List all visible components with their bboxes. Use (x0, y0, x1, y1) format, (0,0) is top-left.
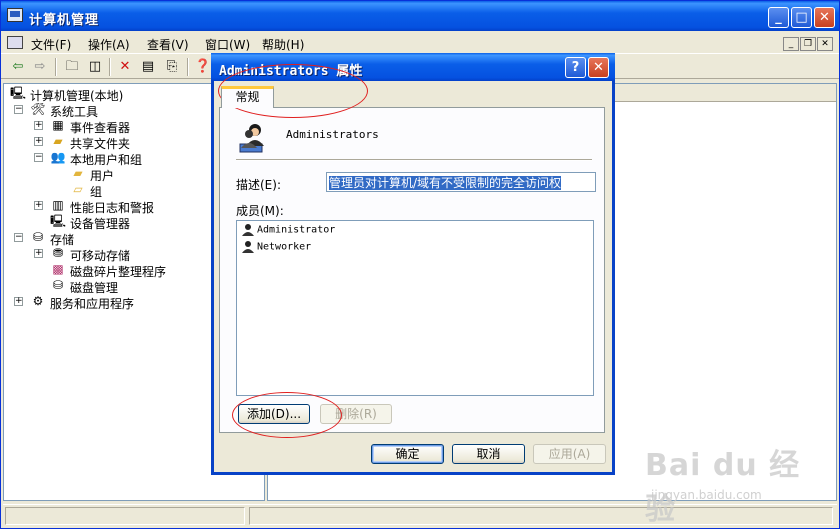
expand-icon[interactable]: + (34, 249, 43, 258)
list-item[interactable]: Networker (241, 240, 311, 256)
remove-member-button[interactable]: 删除(R) (320, 404, 392, 424)
dialog-title-bar[interactable]: Administrators 属性 ? ✕ (211, 53, 615, 81)
forward-arrow-icon[interactable]: ⇨ (31, 58, 49, 76)
disk-management-icon: ⛁ (52, 278, 64, 292)
list-item[interactable]: Administrator (241, 223, 335, 239)
storage-icon: ⛁ (32, 230, 44, 244)
toolbar-separator (187, 58, 189, 76)
mdi-controls: _ ❐ ✕ (782, 35, 833, 51)
defrag-icon: ▩ (52, 262, 64, 276)
menu-help[interactable]: 帮助(H) (262, 36, 304, 53)
tools-icon: 🛠 (30, 102, 46, 116)
cancel-button[interactable]: 取消 (452, 444, 525, 464)
status-segment (5, 507, 245, 525)
general-tab-panel: Administrators 描述(E): 管理员对计算机/域有不受限制的完全访… (219, 107, 605, 433)
event-viewer-icon: ▦ (52, 118, 64, 132)
back-arrow-icon[interactable]: ⇦ (9, 58, 27, 76)
dialog-help-button[interactable]: ? (565, 57, 586, 78)
toolbar-separator (55, 58, 57, 76)
expand-icon[interactable]: + (34, 137, 43, 146)
collapse-icon[interactable]: − (14, 233, 23, 242)
removable-storage-icon: ⛃ (52, 246, 64, 260)
users-icon: 👥 (50, 150, 66, 164)
delete-icon[interactable]: ✕ (116, 58, 134, 76)
shared-folder-icon: ▰ (53, 134, 63, 148)
expand-icon[interactable]: + (34, 201, 43, 210)
menu-computer-icon[interactable] (7, 36, 23, 49)
collapse-icon[interactable]: − (14, 105, 23, 114)
properties-dialog: Administrators 属性 ? ✕ 常规 Administrators … (211, 53, 615, 475)
dialog-close-button[interactable]: ✕ (588, 57, 609, 78)
properties-icon[interactable]: ▤ (139, 58, 157, 76)
group-name: Administrators (286, 128, 379, 141)
menu-bar: 文件(F) 操作(A) 查看(V) 窗口(W) 帮助(H) _ ❐ ✕ (1, 32, 839, 54)
ok-button[interactable]: 确定 (371, 444, 444, 464)
add-member-button[interactable]: 添加(D)... (238, 404, 310, 424)
divider (236, 159, 592, 161)
expand-icon[interactable]: + (14, 297, 23, 306)
minimize-button[interactable]: _ (768, 7, 789, 28)
main-window-title: 计算机管理 (29, 13, 100, 28)
menu-view[interactable]: 查看(V) (147, 36, 189, 53)
folder-icon: ▰ (73, 166, 83, 180)
status-bar (3, 504, 837, 526)
description-field[interactable]: 管理员对计算机/域有不受限制的完全访问权 (326, 172, 596, 192)
maximize-button[interactable]: □ (791, 7, 812, 28)
export-list-icon[interactable]: ⎘ (163, 58, 181, 76)
toolbar-separator (109, 58, 111, 76)
user-icon (242, 241, 254, 253)
computer-icon: 🖳 (10, 86, 27, 100)
folder-open-icon: ▱ (73, 182, 83, 196)
services-icon: ⚙ (32, 294, 44, 308)
members-label: 成员(M): (236, 204, 284, 218)
members-list[interactable]: Administrator Networker (236, 220, 594, 396)
main-title-bar[interactable]: 计算机管理 _ □ ✕ (1, 1, 839, 31)
performance-icon: ▥ (52, 198, 64, 212)
close-button[interactable]: ✕ (814, 7, 835, 28)
menu-window[interactable]: 窗口(W) (205, 36, 250, 53)
menu-action[interactable]: 操作(A) (88, 36, 130, 53)
user-icon (242, 224, 254, 236)
up-folder-icon[interactable]: 🗀 (63, 58, 81, 76)
mdi-minimize-icon[interactable]: _ (783, 37, 799, 51)
mdi-close-icon[interactable]: ✕ (817, 37, 833, 51)
show-hide-tree-icon[interactable]: ◫ (86, 58, 104, 76)
menu-file[interactable]: 文件(F) (31, 36, 71, 53)
dialog-title: Administrators 属性 (219, 64, 363, 79)
help-icon[interactable]: ❓ (194, 58, 212, 76)
computer-management-icon (7, 8, 23, 22)
status-segment (249, 507, 833, 525)
description-label: 描述(E): (236, 178, 281, 192)
apply-button[interactable]: 应用(A) (533, 444, 606, 464)
device-manager-icon: 🖳 (50, 214, 67, 228)
group-icon (239, 124, 264, 153)
collapse-icon[interactable]: − (34, 153, 43, 162)
expand-icon[interactable]: + (34, 121, 43, 130)
tab-general[interactable]: 常规 (221, 86, 274, 108)
description-value: 管理员对计算机/域有不受限制的完全访问权 (329, 176, 562, 190)
mdi-restore-icon[interactable]: ❐ (800, 37, 816, 51)
